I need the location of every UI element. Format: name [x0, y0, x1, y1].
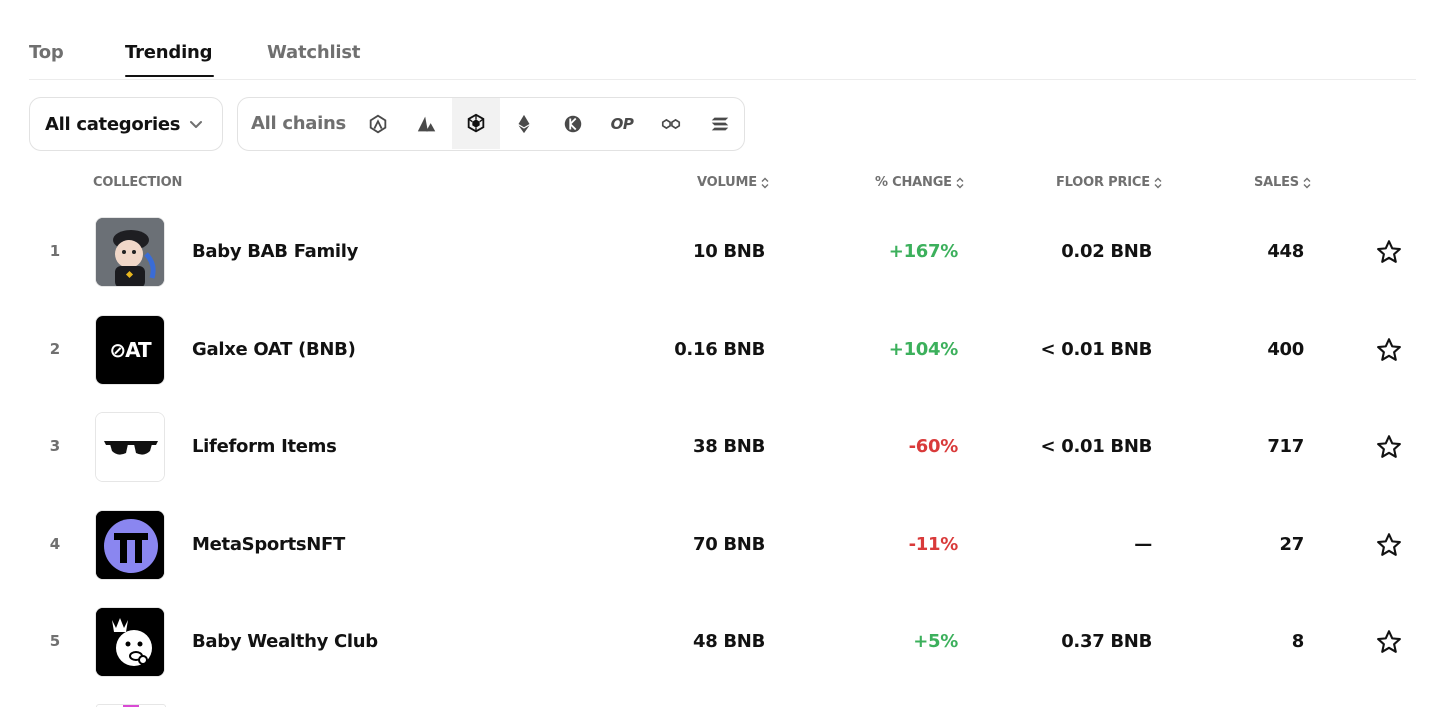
floor-price-value: 0.02 BNB — [1061, 241, 1152, 262]
sales-value: 400 — [1267, 339, 1304, 360]
change-value: +5% — [913, 631, 958, 652]
star-icon[interactable] — [1375, 531, 1403, 559]
all-chains-button[interactable]: All chains — [251, 113, 346, 134]
volume-value: 10 BNB — [692, 241, 765, 262]
change-value: -11% — [908, 534, 959, 555]
star-icon[interactable] — [1375, 238, 1403, 266]
column-header-change[interactable]: % CHANGE — [875, 175, 964, 190]
avalanche-icon — [417, 116, 436, 131]
column-header-sales[interactable]: SALES — [1254, 175, 1311, 190]
sales-value: 448 — [1267, 241, 1304, 262]
change-header-label: % CHANGE — [875, 175, 952, 190]
change-value: +104% — [888, 339, 959, 360]
solana-icon — [711, 117, 729, 130]
sales-value: 27 — [1279, 534, 1305, 555]
galxe-logo: ⊘AT — [109, 338, 151, 362]
tab-trending[interactable]: Trending — [125, 42, 213, 63]
sales-header-label: SALES — [1254, 175, 1299, 190]
chain-bnb-button[interactable] — [452, 98, 500, 149]
active-tab-indicator — [125, 75, 214, 77]
sales-value: 8 — [1291, 631, 1305, 652]
row-rank: 3 — [49, 437, 61, 455]
table-row[interactable]: 5 Baby Wealthy Club 48 BNB +5% 0.37 BNB … — [29, 607, 1416, 704]
change-value: -60% — [908, 436, 959, 457]
sort-icon — [956, 177, 964, 188]
chain-solana-button[interactable] — [696, 98, 744, 149]
volume-value: 38 BNB — [692, 436, 765, 457]
chain-filter: All chains OP — [237, 97, 745, 151]
floor-header-label: FLOOR PRICE — [1056, 175, 1150, 190]
row-rank: 1 — [49, 242, 61, 260]
chain-klaytn-button[interactable] — [549, 98, 597, 149]
collection-thumbnail: ⊘AT — [95, 315, 165, 385]
table-row[interactable]: 2 ⊘AT Galxe OAT (BNB) 0.16 BNB +104% < 0… — [29, 315, 1416, 412]
polygon-icon — [661, 118, 681, 129]
collection-name-link[interactable]: Baby BAB Family — [192, 241, 358, 262]
row-rank: 2 — [49, 340, 61, 358]
table-row[interactable]: 3 Lifeform Items 38 BNB -60% < 0.01 BNB … — [29, 412, 1416, 509]
chain-avalanche-button[interactable] — [403, 98, 451, 149]
volume-value: 0.16 BNB — [674, 339, 765, 360]
floor-price-value: — — [1134, 534, 1152, 555]
collection-thumbnail — [95, 412, 165, 482]
column-header-collection: COLLECTION — [93, 175, 182, 190]
collection-name-link[interactable]: Baby Wealthy Club — [192, 631, 378, 652]
change-value: +167% — [888, 241, 959, 262]
collection-thumbnail — [95, 607, 165, 677]
chain-arbitrum-button[interactable] — [354, 98, 402, 149]
sort-icon — [1154, 177, 1162, 188]
floor-price-value: < 0.01 BNB — [1040, 436, 1152, 457]
collection-thumbnail — [95, 217, 165, 287]
table-row[interactable]: 4 MetaSportsNFT 70 BNB -11% — 27 — [29, 510, 1416, 607]
chevron-down-icon — [190, 121, 202, 128]
category-select[interactable]: All categories — [29, 97, 223, 151]
star-icon[interactable] — [1375, 628, 1403, 656]
collection-thumbnail — [95, 510, 165, 580]
optimism-icon: OP — [610, 114, 634, 133]
collection-name-link[interactable]: MetaSportsNFT — [192, 534, 345, 555]
chain-polygon-button[interactable] — [647, 98, 695, 149]
table-row[interactable]: 1 Baby BAB Family 10 BNB +167% 0.02 BNB … — [29, 217, 1416, 314]
volume-value: 70 BNB — [692, 534, 765, 555]
sort-icon — [761, 177, 769, 188]
floor-price-value: < 0.01 BNB — [1040, 339, 1152, 360]
star-icon[interactable] — [1375, 336, 1403, 364]
sales-value: 717 — [1267, 436, 1304, 457]
arbitrum-icon — [369, 114, 387, 133]
chain-optimism-button[interactable]: OP — [598, 98, 646, 149]
volume-header-label: VOLUME — [697, 175, 757, 190]
column-header-floor-price[interactable]: FLOOR PRICE — [1056, 175, 1162, 190]
tab-watchlist[interactable]: Watchlist — [267, 42, 361, 63]
collection-name-link[interactable]: Lifeform Items — [192, 436, 337, 457]
row-rank: 4 — [49, 535, 61, 553]
collection-name-link[interactable]: Galxe OAT (BNB) — [192, 339, 356, 360]
ethereum-icon — [518, 114, 530, 133]
sort-icon — [1303, 177, 1311, 188]
column-header-volume[interactable]: VOLUME — [697, 175, 769, 190]
chain-ethereum-button[interactable] — [500, 98, 548, 149]
floor-price-value: 0.37 BNB — [1061, 631, 1152, 652]
bnb-icon — [467, 113, 485, 132]
tab-bar: Top Trending Watchlist — [29, 38, 1416, 80]
volume-value: 48 BNB — [692, 631, 765, 652]
star-icon[interactable] — [1375, 433, 1403, 461]
category-select-label: All categories — [45, 113, 181, 135]
row-rank: 5 — [49, 632, 61, 650]
collection-header-label: COLLECTION — [93, 175, 183, 190]
klaytn-icon — [564, 115, 582, 132]
tab-top[interactable]: Top — [29, 42, 64, 63]
